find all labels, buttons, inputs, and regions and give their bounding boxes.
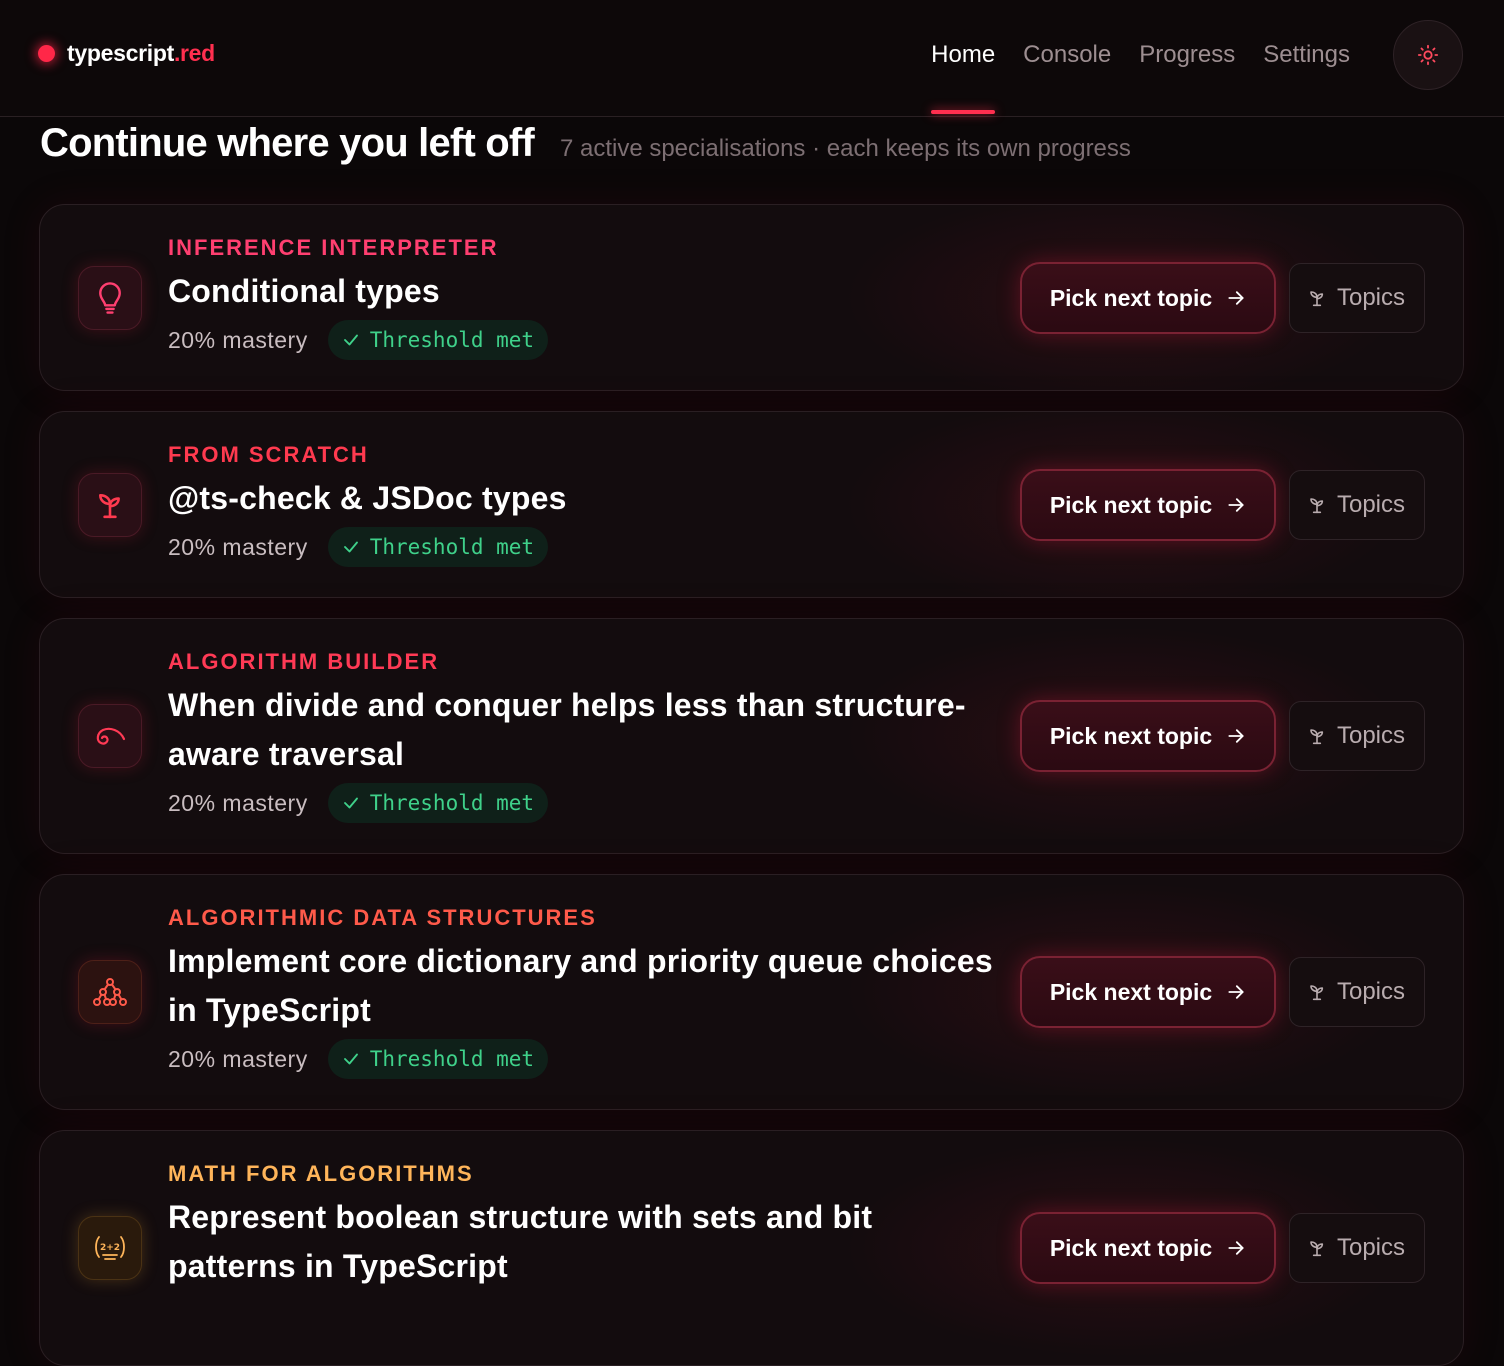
spiral-icon	[96, 727, 126, 745]
page-title: Continue where you left off	[40, 121, 535, 165]
lightbulb-icon	[99, 282, 121, 314]
arrow-right-icon	[1228, 1241, 1244, 1255]
check-icon	[343, 334, 358, 346]
badge-label: Threshold met	[369, 535, 535, 559]
card-body: Math for Algorithms Represent boolean st…	[168, 1161, 998, 1291]
topics-label: Topics	[1336, 284, 1406, 311]
sprout-icon	[1310, 1241, 1324, 1257]
brand-tld: .red	[173, 40, 215, 66]
theme-toggle-button[interactable]	[1393, 20, 1463, 90]
pick-next-topic-button[interactable]: Pick next topic	[1020, 262, 1276, 334]
check-icon	[343, 1053, 358, 1065]
pick-label: Pick next topic	[1049, 1234, 1213, 1261]
topics-button[interactable]: Topics	[1289, 957, 1425, 1027]
page-subtitle: 7 active specialisations · each keeps it…	[559, 135, 1131, 162]
mastery-text: 20% mastery	[168, 1045, 308, 1072]
brand-logo[interactable]: typescript.red	[38, 40, 215, 67]
main-nav: Home Console Progress Settings	[917, 38, 1364, 114]
badge-label: Threshold met	[369, 791, 535, 815]
brand-text: typescript.red	[67, 40, 215, 67]
specialisation-card: 2+2 Math for Algorithms Represent boolea…	[39, 1130, 1464, 1366]
sprout-icon	[1310, 985, 1324, 1001]
top-bar: typescript.red Home Console Progress Set…	[0, 0, 1504, 117]
pick-next-topic-button[interactable]: Pick next topic	[1020, 1212, 1276, 1284]
brand-dot-icon	[38, 45, 55, 62]
pick-next-topic-button[interactable]: Pick next topic	[1020, 956, 1276, 1028]
card-meta: 20% mastery Threshold met	[168, 527, 998, 567]
threshold-badge: Threshold met	[327, 320, 549, 360]
topics-button[interactable]: Topics	[1289, 701, 1425, 771]
card-body: Algorithmic Data Structures Implement co…	[168, 905, 998, 1079]
threshold-badge: Threshold met	[327, 1039, 549, 1079]
section-heading: Continue where you left off 7 active spe…	[40, 121, 1131, 166]
topics-label: Topics	[1336, 1234, 1406, 1261]
sprout-icon	[99, 494, 120, 519]
card-title: Conditional types	[168, 273, 440, 309]
arrow-right-icon	[1228, 729, 1244, 743]
mastery-text: 20% mastery	[168, 533, 308, 560]
card-icon-box	[78, 960, 142, 1024]
math-icon: 2+2	[95, 1236, 125, 1260]
check-icon	[343, 541, 358, 553]
topics-label: Topics	[1336, 722, 1406, 749]
card-icon-box	[78, 266, 142, 330]
badge-label: Threshold met	[369, 328, 535, 352]
specialisation-card: From Scratch @ts-check & JSDoc types 20%…	[39, 411, 1464, 598]
specialisation-card: Algorithm Builder When divide and conque…	[39, 618, 1464, 854]
card-eyebrow: Algorithmic Data Structures	[168, 905, 597, 930]
card-eyebrow: From Scratch	[168, 442, 369, 467]
card-title: @ts-check & JSDoc types	[168, 480, 567, 516]
specialisation-card: Algorithmic Data Structures Implement co…	[39, 874, 1464, 1110]
card-meta: 20% mastery Threshold met	[168, 1039, 998, 1079]
topics-button[interactable]: Topics	[1289, 470, 1425, 540]
pick-label: Pick next topic	[1049, 978, 1213, 1005]
card-title: Represent boolean structure with sets an…	[168, 1199, 873, 1284]
nav-settings[interactable]: Settings	[1249, 38, 1364, 72]
nav-progress[interactable]: Progress	[1125, 38, 1249, 72]
pick-label: Pick next topic	[1049, 722, 1213, 749]
sprout-icon	[1310, 729, 1324, 745]
card-title: Implement core dictionary and priority q…	[168, 943, 993, 1028]
nav-home[interactable]: Home	[917, 38, 1009, 114]
card-title: When divide and conquer helps less than …	[168, 687, 966, 772]
card-body: Inference Interpreter Conditional types …	[168, 235, 998, 360]
card-meta: 20% mastery Threshold met	[168, 783, 998, 823]
specialisation-card: Inference Interpreter Conditional types …	[39, 204, 1464, 391]
topics-button[interactable]: Topics	[1289, 1213, 1425, 1283]
sprout-icon	[1310, 291, 1324, 307]
topics-label: Topics	[1336, 978, 1406, 1005]
card-icon-box: 2+2	[78, 1216, 142, 1280]
brand-name: typescript	[67, 40, 174, 66]
mastery-text: 20% mastery	[168, 326, 308, 353]
card-eyebrow: Math for Algorithms	[168, 1161, 474, 1186]
svg-text:2+2: 2+2	[100, 1243, 120, 1253]
arrow-right-icon	[1228, 291, 1244, 305]
mastery-text: 20% mastery	[168, 789, 308, 816]
check-icon	[343, 797, 358, 809]
arrow-right-icon	[1228, 498, 1244, 512]
pick-next-topic-button[interactable]: Pick next topic	[1020, 700, 1276, 772]
pick-label: Pick next topic	[1049, 284, 1213, 311]
sun-icon	[1417, 44, 1439, 66]
pick-next-topic-button[interactable]: Pick next topic	[1020, 469, 1276, 541]
sprout-icon	[1310, 498, 1324, 514]
tree-structure-icon	[93, 978, 127, 1006]
threshold-badge: Threshold met	[327, 783, 549, 823]
card-eyebrow: Inference Interpreter	[168, 235, 499, 260]
card-meta: 20% mastery Threshold met	[168, 320, 998, 360]
card-icon-box	[78, 704, 142, 768]
arrow-right-icon	[1228, 985, 1244, 999]
threshold-badge: Threshold met	[327, 527, 549, 567]
pick-label: Pick next topic	[1049, 491, 1213, 518]
topics-button[interactable]: Topics	[1289, 263, 1425, 333]
card-icon-box	[78, 473, 142, 537]
card-eyebrow: Algorithm Builder	[168, 649, 440, 674]
topics-label: Topics	[1336, 491, 1406, 518]
card-body: Algorithm Builder When divide and conque…	[168, 649, 998, 823]
badge-label: Threshold met	[369, 1047, 535, 1071]
card-body: From Scratch @ts-check & JSDoc types 20%…	[168, 442, 998, 567]
nav-console[interactable]: Console	[1009, 38, 1125, 72]
